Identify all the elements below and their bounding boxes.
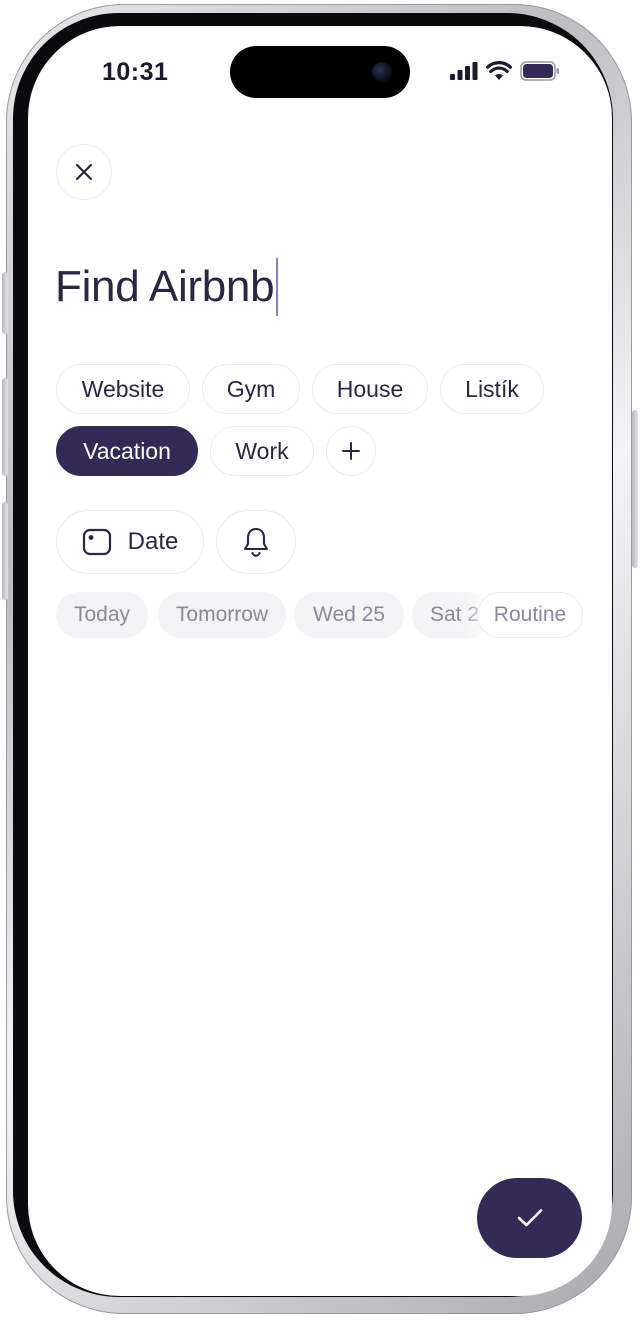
tag-label: Website [81,375,165,402]
date-chip-today[interactable]: Today [56,592,148,638]
date-chip-label: Today [73,603,131,626]
battery-icon [520,61,559,81]
tag-chip-work[interactable]: Work [210,426,314,476]
date-chip-label: Wed 25 [313,603,385,626]
tag-chip-house[interactable]: House [312,364,428,414]
close-button[interactable] [56,144,112,200]
signal-icon [450,62,478,80]
status-icons [450,61,560,81]
app-screen: 10:31 Find Airbnb Website Gym House List… [28,26,612,1296]
wifi-icon [486,61,512,80]
tag-label: House [336,375,404,402]
tag-label: Gym [226,375,276,402]
text-caret [276,258,279,316]
confirm-button[interactable] [477,1178,582,1258]
volume-up-button [2,378,8,476]
date-chip-label: Tomorrow [175,603,269,626]
action-button [2,272,8,334]
date-chip-tomorrow[interactable]: Tomorrow [158,592,286,638]
routine-chip[interactable]: Routine [477,592,583,638]
tag-chip-website[interactable]: Website [56,364,190,414]
bell-icon [243,527,269,557]
tag-label: Listík [465,375,519,402]
camera-icon [372,62,392,82]
tag-chip-gym[interactable]: Gym [202,364,300,414]
date-chip-wed-25[interactable]: Wed 25 [294,592,404,638]
tag-chip-listik[interactable]: Listík [440,364,544,414]
status-time: 10:31 [102,58,169,86]
routine-chip-label: Routine [493,603,567,626]
date-button-label: Date [127,528,179,555]
task-title-input[interactable]: Find Airbnb [55,258,279,316]
plus-icon [342,442,360,460]
add-tag-button[interactable] [326,426,376,476]
tag-label: Vacation [83,437,171,464]
task-title-text: Find Airbnb [55,262,275,311]
dynamic-island [230,46,410,98]
tag-chip-vacation[interactable]: Vacation [56,426,198,476]
reminder-button[interactable] [216,510,296,574]
calendar-icon [82,528,111,556]
close-icon [75,163,93,181]
tag-label: Work [235,437,289,464]
date-button[interactable]: Date [56,510,204,574]
checkmark-icon [517,1209,542,1227]
power-button [632,410,638,568]
volume-down-button [2,502,8,600]
